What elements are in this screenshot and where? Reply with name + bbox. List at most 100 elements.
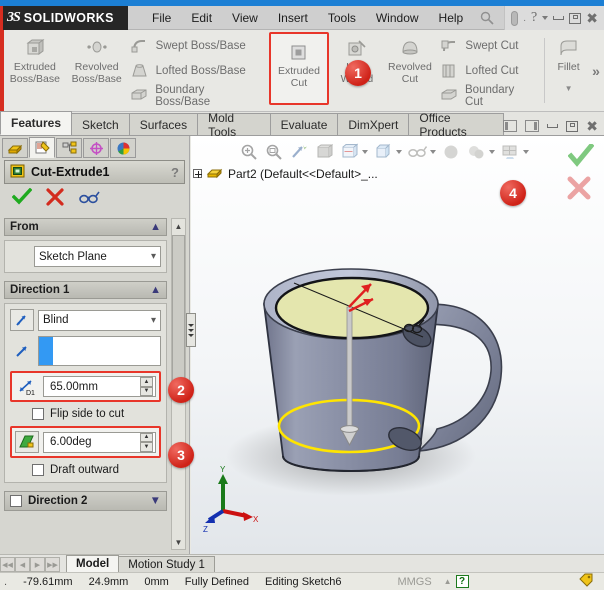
swept-boss-base-button[interactable]: Swept Boss/Base (130, 35, 261, 57)
direction-arrow-icon[interactable] (10, 344, 34, 359)
collapse-chevron-icon[interactable]: ▲ (150, 284, 161, 296)
nav-first-button[interactable]: ◀◀ (0, 557, 15, 572)
tab-office-products[interactable]: Office Products (408, 111, 505, 139)
graphics-area[interactable]: Part2 (Default<<Default>_... Y X Z (191, 136, 604, 554)
ok-check-icon[interactable] (11, 187, 33, 209)
menu-file[interactable]: File (142, 8, 181, 28)
scrollbar-thumb[interactable] (172, 235, 185, 385)
menu-insert[interactable]: Insert (268, 8, 318, 28)
status-units[interactable]: MMGS (389, 576, 439, 588)
revolved-boss-base-button[interactable]: Revolved Boss/Base (66, 30, 128, 111)
depth-field[interactable]: 65.00mm ▲ ▼ (43, 376, 156, 397)
fillet-button[interactable]: Fillet ▼ (549, 30, 588, 111)
revolved-cut-button[interactable]: Revolved Cut (382, 30, 437, 111)
end-condition-combo[interactable]: Blind ▾ (38, 309, 161, 331)
feature-manager-tree-icon[interactable] (2, 138, 28, 158)
tab-evaluate[interactable]: Evaluate (269, 113, 339, 135)
panel-splitter-handle[interactable] (186, 313, 196, 347)
expand-chevron-icon[interactable]: ▼ (150, 495, 161, 507)
chevron-down-icon[interactable] (489, 150, 495, 154)
flip-side-to-cut-checkbox[interactable] (32, 408, 44, 420)
expand-plus-icon[interactable] (193, 169, 202, 178)
ribbon-overflow-button[interactable]: » (588, 30, 604, 111)
chevron-down-icon[interactable] (542, 16, 549, 20)
lofted-boss-base-button[interactable]: Lofted Boss/Base (130, 60, 261, 82)
menu-help[interactable]: Help (429, 8, 474, 28)
view-orientation-icon[interactable] (339, 142, 359, 162)
display-style-icon[interactable] (373, 142, 393, 162)
restore-button[interactable] (569, 12, 582, 24)
nav-prev-button[interactable]: ◀ (15, 557, 30, 572)
property-manager-help-icon[interactable]: ? (171, 165, 179, 180)
hide-show-items-icon[interactable] (407, 142, 427, 162)
scroll-down-arrow[interactable]: ▼ (175, 535, 183, 549)
draft-angle-stepper[interactable]: ▲ ▼ (140, 432, 153, 452)
help-icon[interactable]: ? (531, 10, 537, 26)
doc-close-button[interactable]: ✖ (586, 119, 598, 133)
chevron-down-icon[interactable] (523, 150, 529, 154)
draft-outward-checkbox[interactable] (32, 464, 44, 476)
tab-mold-tools[interactable]: Mold Tools (197, 111, 271, 139)
lofted-cut-button[interactable]: Lofted Cut (439, 60, 534, 82)
chevron-down-icon[interactable] (430, 150, 436, 154)
depth-stepper[interactable]: ▲ ▼ (140, 377, 153, 396)
configuration-manager-icon[interactable] (56, 138, 82, 158)
zoom-to-fit-icon[interactable] (239, 142, 259, 162)
menu-edit[interactable]: Edit (181, 8, 222, 28)
chevron-down-icon[interactable] (362, 150, 368, 154)
previous-view-icon[interactable] (289, 142, 309, 162)
fillet-dropdown-caret[interactable]: ▼ (565, 83, 573, 95)
menu-view[interactable]: View (222, 8, 268, 28)
tab-sketch[interactable]: Sketch (71, 113, 130, 135)
search-icon[interactable] (479, 10, 495, 26)
tab-model[interactable]: Model (66, 555, 120, 572)
section-view-icon[interactable] (314, 142, 334, 162)
reverse-direction-icon[interactable] (10, 309, 34, 331)
section-header-direction-2[interactable]: Direction 2 ▼ (4, 491, 167, 511)
draft-on-off-icon[interactable] (15, 431, 39, 453)
units-caret-icon[interactable]: ▲ (440, 577, 456, 586)
view-settings-icon[interactable] (466, 142, 486, 162)
menu-window[interactable]: Window (366, 8, 429, 28)
cancel-x-icon[interactable] (566, 176, 592, 203)
chevron-down-icon[interactable] (396, 150, 402, 154)
minimize-button[interactable] (553, 16, 565, 20)
direction-of-extrusion-selection[interactable] (38, 336, 161, 366)
draft-angle-field[interactable]: 6.00deg ▲ ▼ (43, 431, 156, 453)
zoom-to-area-icon[interactable] (264, 142, 284, 162)
doc-restore-button[interactable] (566, 120, 579, 132)
close-button[interactable]: ✖ (586, 11, 598, 25)
tab-motion-study-1[interactable]: Motion Study 1 (118, 556, 215, 572)
tab-dimxpert[interactable]: DimXpert (337, 113, 410, 135)
collapse-chevron-icon[interactable]: ▲ (150, 221, 161, 233)
preview-glasses-icon[interactable] (78, 189, 100, 208)
section-header-from[interactable]: From ▲ (4, 218, 167, 236)
nav-next-button[interactable]: ▶ (30, 557, 45, 572)
menu-tools[interactable]: Tools (318, 8, 366, 28)
cancel-x-icon[interactable] (46, 187, 64, 209)
tab-features[interactable]: Features (0, 111, 73, 135)
dock-right-icon[interactable] (525, 120, 540, 132)
flip-side-to-cut-row[interactable]: Flip side to cut (10, 404, 161, 424)
nav-last-button[interactable]: ▶▶ (45, 557, 60, 572)
viewport-icon[interactable] (500, 142, 520, 162)
dimxpert-manager-icon[interactable] (83, 138, 109, 158)
scroll-up-arrow[interactable]: ▲ (175, 219, 183, 233)
extruded-cut-button[interactable]: Extruded Cut (268, 32, 330, 105)
status-help-icon[interactable]: ? (455, 575, 469, 588)
section-header-direction-1[interactable]: Direction 1 ▲ (4, 281, 167, 299)
extruded-boss-base-button[interactable]: Extruded Boss/Base (4, 30, 66, 111)
ok-check-icon[interactable] (567, 142, 595, 171)
tab-surfaces[interactable]: Surfaces (128, 113, 199, 135)
direction-2-checkbox[interactable] (10, 495, 22, 507)
tag-icon[interactable] (578, 573, 594, 590)
dock-left-icon[interactable] (503, 120, 518, 132)
display-manager-icon[interactable] (110, 138, 136, 158)
doc-minimize-button[interactable] (547, 124, 559, 128)
flyout-feature-tree[interactable]: Part2 (Default<<Default>_... (193, 164, 378, 183)
property-manager-icon[interactable] (29, 137, 55, 158)
boundary-cut-button[interactable]: Boundary Cut (439, 84, 534, 108)
swept-cut-button[interactable]: Swept Cut (439, 35, 534, 57)
draft-outward-row[interactable]: Draft outward (10, 460, 161, 480)
boundary-boss-base-button[interactable]: Boundary Boss/Base (130, 84, 261, 108)
